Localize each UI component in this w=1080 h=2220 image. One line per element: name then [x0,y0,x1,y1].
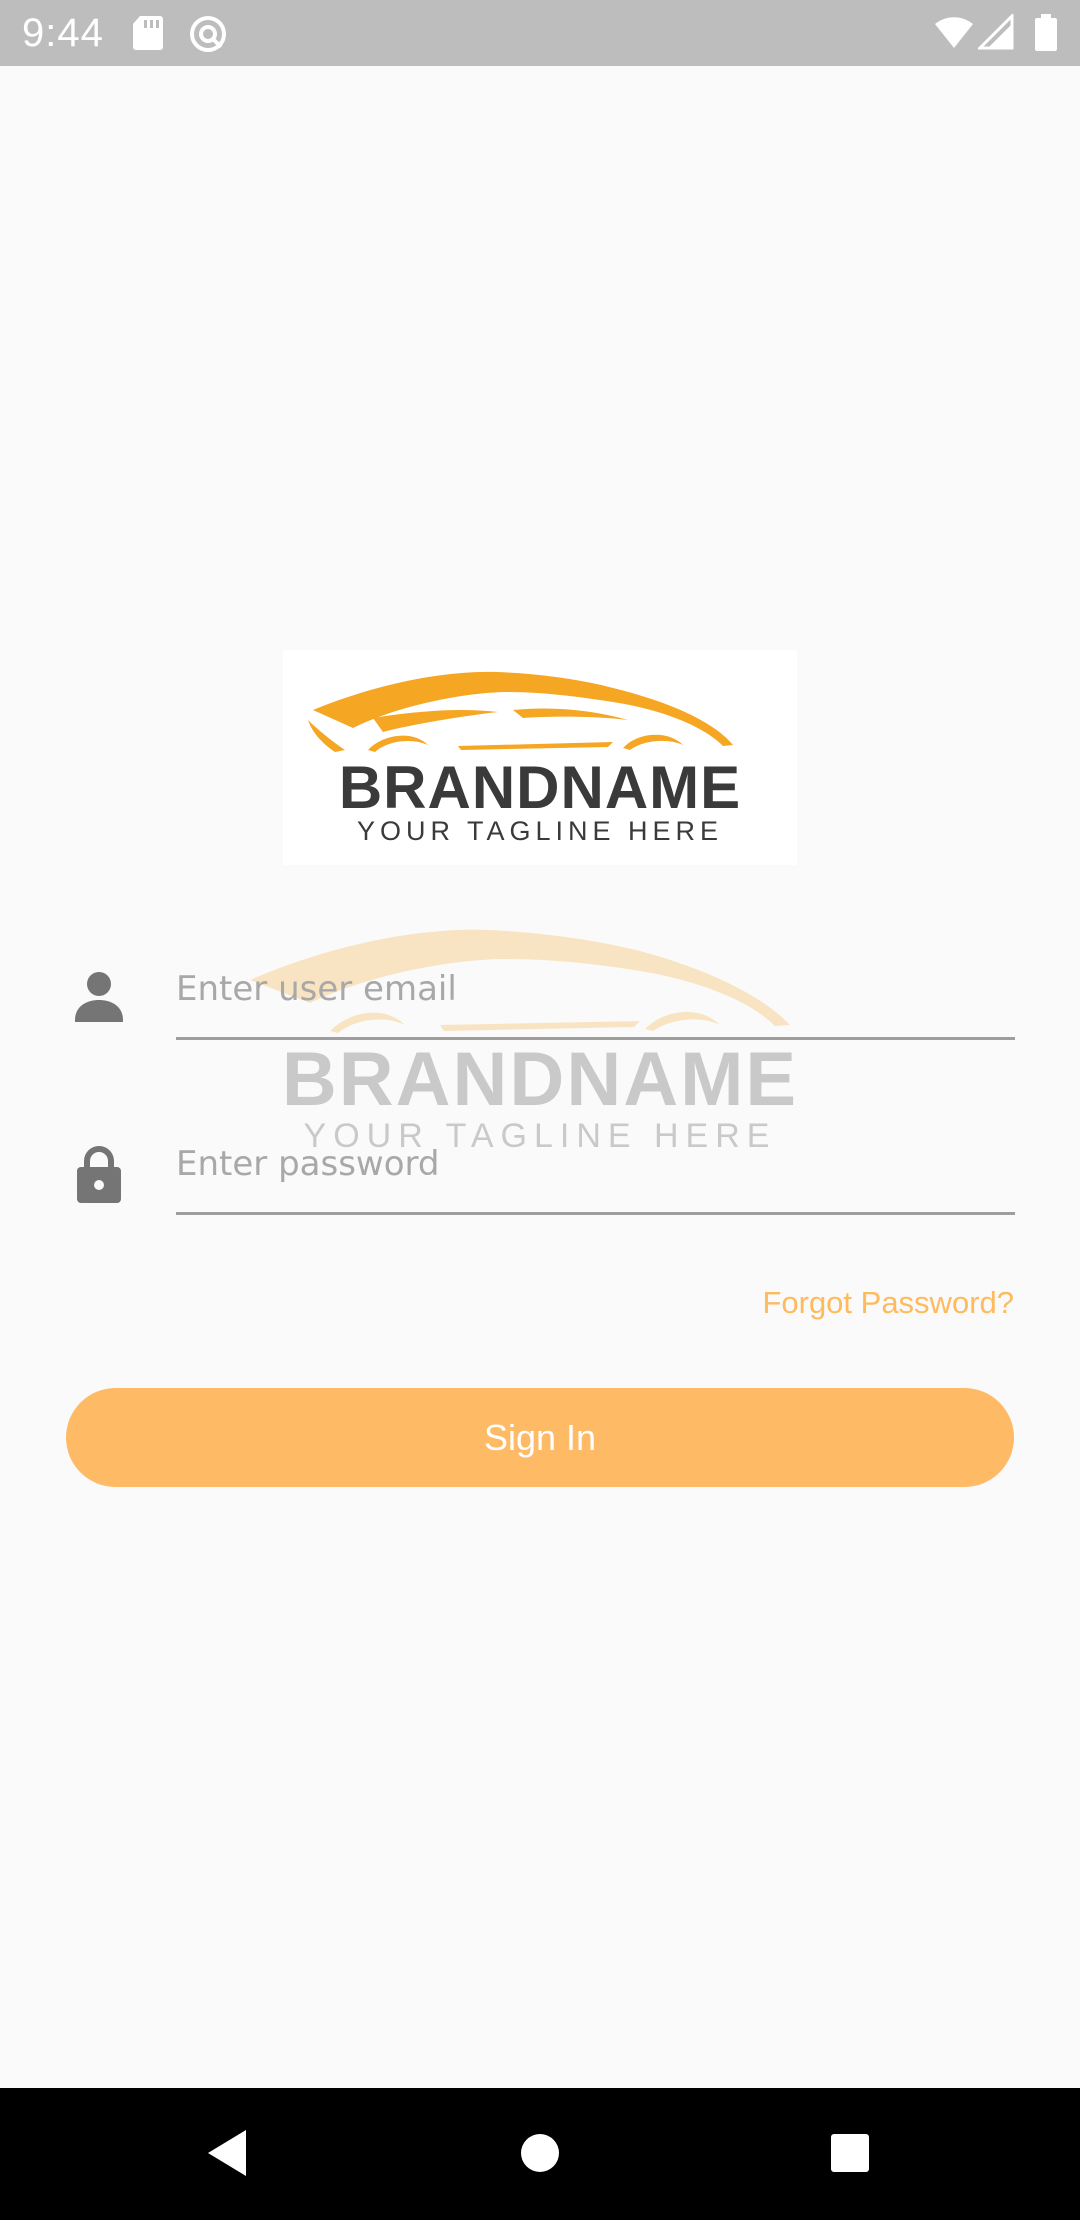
person-icon [73,970,125,1026]
password-field-row [65,1115,1015,1225]
sync-icon [188,14,228,58]
wifi-icon [934,14,974,54]
forgot-password-link[interactable]: Forgot Password? [762,1285,1014,1321]
brand-logo: BRANDNAME YOUR TAGLINE HERE [283,650,797,865]
logo-tagline-text: YOUR TAGLINE HERE [357,816,723,846]
logo-brand-text: BRANDNAME [339,754,741,821]
sign-in-button[interactable]: Sign In [66,1388,1014,1487]
signal-icon [976,12,1014,54]
password-input[interactable] [176,1115,1015,1215]
lock-icon [73,1145,125,1203]
email-input[interactable] [176,940,1015,1040]
home-icon [521,2134,559,2172]
back-button[interactable] [193,2118,263,2188]
battery-icon [1034,14,1058,56]
status-time: 9:44 [22,11,104,55]
recents-icon [831,2134,869,2172]
navigation-bar [0,2088,1080,2220]
email-field-row [65,940,1015,1050]
sd-card-icon [132,14,164,56]
home-button[interactable] [505,2118,575,2188]
login-screen: 9:44 BRANDNAME YOUR TAGLINE HERE BRANDNA… [0,0,1080,2220]
recents-button[interactable] [815,2118,885,2188]
status-bar: 9:44 [0,0,1080,66]
back-icon [208,2130,246,2176]
